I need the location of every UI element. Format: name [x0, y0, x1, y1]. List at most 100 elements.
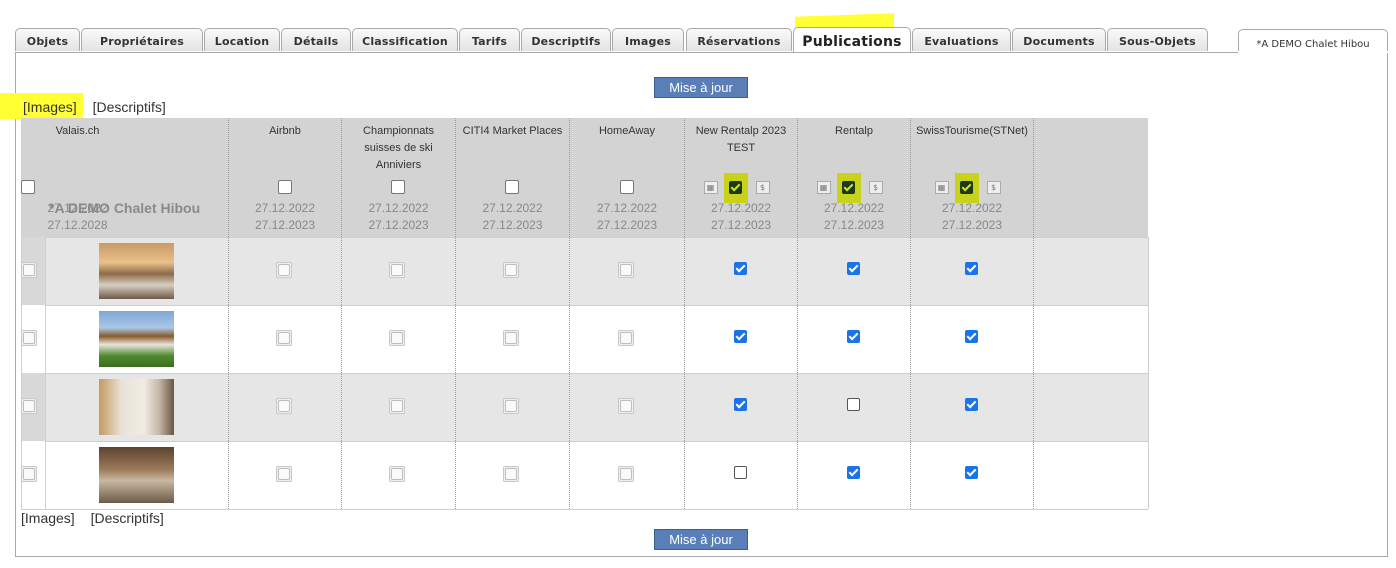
column-divider: [910, 118, 911, 509]
calendar-icon[interactable]: ▦: [703, 181, 718, 194]
channel-enabled-checkbox[interactable]: [723, 173, 748, 203]
channel-checkbox[interactable]: [21, 180, 35, 194]
channel-checkbox[interactable]: [619, 180, 634, 194]
column-divider: [797, 118, 798, 509]
image-channel-checkbox[interactable]: [964, 262, 978, 275]
channel-enabled-checkbox[interactable]: [836, 173, 861, 203]
image-channel-checkbox[interactable]: [846, 398, 860, 411]
checkmark-icon: [728, 181, 742, 194]
channel-name: Championnats: [363, 125, 434, 137]
image-channel-checkbox[interactable]: [846, 330, 860, 343]
image-channel-checkbox[interactable]: [964, 466, 978, 479]
image-channel-checkbox: [389, 466, 405, 482]
channel-date: 27.12.2022: [368, 201, 429, 215]
image-channel-checkbox[interactable]: [964, 330, 978, 343]
view-links-top: [Images] [Descriptifs]: [23, 99, 178, 115]
column-divider: [228, 118, 229, 509]
channel-date: 27.12.2028: [47, 218, 108, 232]
channel-enabled-checkbox[interactable]: [954, 173, 979, 203]
chalet-exterior-photo[interactable]: [99, 311, 174, 367]
checkmark-icon: [841, 181, 855, 194]
update-button-bottom[interactable]: Mise à jour: [654, 529, 748, 550]
image-channel-checkbox: [617, 398, 634, 414]
image-channel-checkbox[interactable]: [964, 398, 978, 411]
image-channel-checkbox[interactable]: [846, 466, 860, 479]
image-channel-checkbox: [503, 330, 519, 346]
channel-date: 27.12.2022: [254, 201, 316, 215]
channel-checkbox[interactable]: [277, 180, 292, 194]
bedroom-2-photo[interactable]: [99, 379, 174, 435]
column-divider: [1033, 118, 1034, 509]
descriptifs-link[interactable]: [Descriptifs]: [93, 99, 166, 115]
channel-name: Airbnb: [269, 125, 301, 137]
images-link-bottom[interactable]: [Images]: [21, 510, 75, 526]
image-channel-checkbox: [617, 466, 634, 482]
bedroom-photo[interactable]: [99, 243, 174, 299]
calendar-icon[interactable]: ▦: [816, 181, 831, 194]
tab-propri-taires[interactable]: Propriétaires: [81, 28, 203, 51]
grid-bottom: [21, 509, 1148, 510]
tab-object-name[interactable]: *A DEMO Chalet Hibou: [1238, 29, 1388, 52]
channel-date: 27.12.2023: [941, 218, 1003, 232]
tab-d-tails[interactable]: Détails: [281, 28, 351, 51]
tab-tarifs[interactable]: Tarifs: [459, 28, 520, 51]
image-channel-checkbox: [503, 466, 519, 482]
checkmark-icon: [959, 181, 973, 194]
channel-name: SwissTourisme(STNet): [916, 125, 1028, 137]
column-divider: [684, 118, 685, 509]
channel-name: HomeAway: [598, 125, 656, 137]
images-link[interactable]: [Images]: [23, 99, 77, 115]
table-row: [21, 373, 1148, 441]
image-channel-checkbox[interactable]: [733, 398, 747, 411]
channel-name: Valais.ch: [55, 125, 100, 137]
tab-location[interactable]: Location: [204, 28, 280, 51]
image-channel-checkbox: [503, 262, 519, 278]
channel-date: 27.12.2023: [710, 218, 772, 232]
image-channel-checkbox: [275, 466, 292, 482]
tab-descriptifs[interactable]: Descriptifs: [521, 28, 611, 51]
image-channel-checkbox[interactable]: [733, 466, 747, 479]
price-icon[interactable]: $: [755, 181, 770, 194]
grid-right: [1148, 237, 1149, 509]
image-channel-checkbox: [389, 262, 405, 278]
image-channel-checkbox: [617, 330, 634, 346]
channel-name: TEST: [726, 142, 756, 154]
channel-date: 27.12.2023: [482, 218, 543, 232]
channel-checkbox[interactable]: [391, 180, 405, 194]
price-icon[interactable]: $: [868, 181, 883, 194]
grid-gutter-line: [45, 237, 46, 509]
image-channel-checkbox: [21, 262, 37, 278]
image-channel-checkbox: [275, 330, 292, 346]
channel-checkbox[interactable]: [505, 180, 519, 194]
tab-classification[interactable]: Classification: [352, 28, 458, 51]
tab-images[interactable]: Images: [612, 28, 684, 51]
image-channel-checkbox: [275, 262, 292, 278]
image-channel-checkbox[interactable]: [733, 330, 747, 343]
image-channel-checkbox[interactable]: [733, 262, 747, 275]
tab-sous-objets[interactable]: Sous-Objets: [1107, 28, 1208, 51]
channel-name: Rentalp: [835, 125, 873, 137]
image-channel-checkbox[interactable]: [846, 262, 860, 275]
channel-date: 27.12.2022: [596, 201, 658, 215]
image-channel-checkbox: [389, 330, 405, 346]
tab-objets[interactable]: Objets: [15, 28, 80, 51]
column-divider: [341, 118, 342, 509]
calendar-icon[interactable]: ▦: [934, 181, 949, 194]
image-channel-checkbox: [617, 262, 634, 278]
column-divider: [455, 118, 456, 509]
image-channel-checkbox: [21, 466, 37, 482]
tab-documents[interactable]: Documents: [1012, 28, 1106, 51]
update-button-top[interactable]: Mise à jour: [654, 77, 748, 98]
channel-name: CITI4 Market Places: [462, 125, 563, 137]
price-icon[interactable]: $: [986, 181, 1001, 194]
table-row: [21, 305, 1148, 373]
tab-publications[interactable]: Publications: [793, 27, 911, 52]
tab-evaluations[interactable]: Evaluations: [912, 28, 1011, 51]
living-room-photo[interactable]: [99, 447, 174, 503]
descriptifs-link-bottom[interactable]: [Descriptifs]: [91, 510, 164, 526]
image-channel-checkbox: [275, 398, 292, 414]
channel-date: 27.12.2023: [823, 218, 885, 232]
table-row: [21, 237, 1148, 305]
tab-r-servations[interactable]: Réservations: [686, 28, 792, 51]
channel-name: suisses de ski: [364, 142, 433, 154]
